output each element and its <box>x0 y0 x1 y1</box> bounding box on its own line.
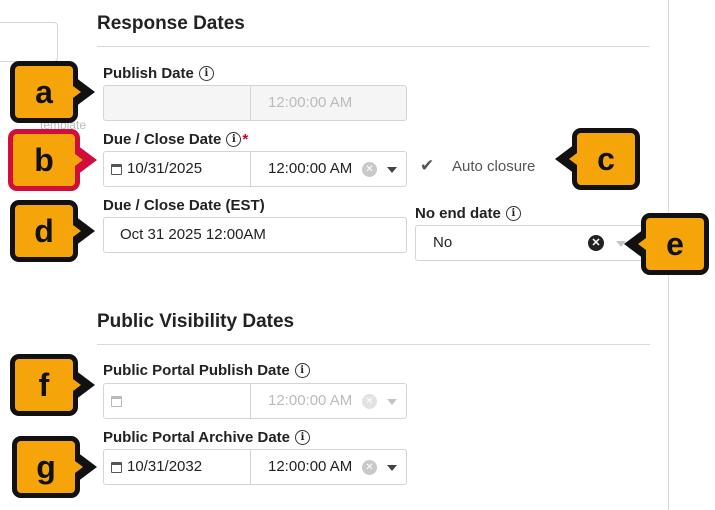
field-divider <box>250 384 251 418</box>
required-marker: * <box>242 131 249 148</box>
chevron-down-icon[interactable] <box>387 167 397 173</box>
callout-pointer <box>69 216 95 246</box>
info-icon[interactable]: i <box>198 66 214 81</box>
callout-letter: a <box>35 73 53 110</box>
callout-pointer <box>69 370 95 400</box>
response-dates-heading: Response Dates <box>97 13 245 34</box>
clear-icon[interactable]: ✕ <box>362 162 377 177</box>
info-icon[interactable]: i <box>295 430 311 445</box>
auto-closure-checkbox[interactable]: ✔ Auto closure <box>420 156 535 176</box>
clear-icon[interactable]: ✕ <box>362 460 377 475</box>
field-divider <box>250 450 251 484</box>
callout-letter: b <box>34 141 54 178</box>
public-portal-publish-date-time: 12:00:00 AM <box>268 392 353 409</box>
due-close-date-time-input[interactable]: 12:00:00 AM <box>268 152 352 186</box>
calendar-icon[interactable] <box>111 462 122 473</box>
callout-pointer <box>555 144 581 174</box>
field-divider <box>250 152 251 186</box>
callout-pointer <box>71 145 97 175</box>
callout-letter: d <box>34 212 54 249</box>
callout-pointer <box>69 77 95 107</box>
public-portal-archive-date-label: Public Portal Archive Date i <box>103 429 311 446</box>
public-portal-archive-date-time-input[interactable]: 12:00:00 AM <box>268 450 352 484</box>
calendar-icon[interactable] <box>111 164 122 175</box>
due-close-date-field[interactable]: 10/31/2025 12:00:00 AM ✕ <box>103 151 407 187</box>
due-close-date-date-input[interactable]: 10/31/2025 <box>127 152 202 186</box>
callout-letter: f <box>38 366 50 403</box>
callout-b: b <box>8 129 97 191</box>
publish-date-field: 12:00:00 AM <box>103 85 407 121</box>
auto-closure-label: Auto closure <box>452 157 536 175</box>
clear-icon[interactable]: ✕ <box>588 235 604 251</box>
chevron-down-icon <box>387 399 397 405</box>
due-close-date-est-field: Oct 31 2025 12:00AM <box>103 217 407 253</box>
callout-letter: g <box>36 448 56 485</box>
clear-icon: ✕ <box>362 394 377 409</box>
public-visibility-dates-heading: Public Visibility Dates <box>97 311 295 332</box>
response-dates-divider <box>97 46 650 47</box>
public-portal-archive-date-field[interactable]: 10/31/2032 12:00:00 AM ✕ <box>103 449 407 485</box>
callout-c: c <box>555 128 640 190</box>
public-portal-archive-date-date-input[interactable]: 10/31/2032 <box>127 450 202 484</box>
publish-date-label: Publish Date i <box>103 65 214 82</box>
checkmark-icon[interactable]: ✔ <box>420 156 440 176</box>
info-icon[interactable]: i <box>226 132 242 147</box>
no-end-date-value: No <box>433 234 453 251</box>
callout-g: g <box>12 436 97 498</box>
callout-e: e <box>624 213 709 275</box>
callout-letter: c <box>597 140 615 177</box>
no-end-date-select[interactable]: No ✕ <box>415 225 650 261</box>
due-close-date-est-value: Oct 31 2025 12:00AM <box>120 226 266 243</box>
public-visibility-dates-divider <box>97 344 650 345</box>
info-icon[interactable]: i <box>294 363 310 378</box>
callout-d: d <box>10 200 95 262</box>
no-end-date-label: No end date i <box>415 205 521 222</box>
callout-f: f <box>10 354 95 416</box>
due-close-date-label: Due / Close Date i * <box>103 131 249 148</box>
public-portal-publish-date-field: 12:00:00 AM ✕ <box>103 383 407 419</box>
calendar-icon <box>111 396 122 407</box>
callout-letter: e <box>666 225 684 262</box>
callout-pointer <box>624 229 650 259</box>
callout-pointer <box>71 452 97 482</box>
callout-a: a <box>10 61 95 123</box>
publish-date-time: 12:00:00 AM <box>268 94 353 111</box>
chevron-down-icon[interactable] <box>387 465 397 471</box>
due-close-date-est-label: Due / Close Date (EST) <box>103 197 265 214</box>
public-portal-publish-date-label: Public Portal Publish Date i <box>103 362 310 379</box>
field-divider <box>250 86 251 120</box>
background-card <box>0 22 58 62</box>
info-icon[interactable]: i <box>505 206 521 221</box>
